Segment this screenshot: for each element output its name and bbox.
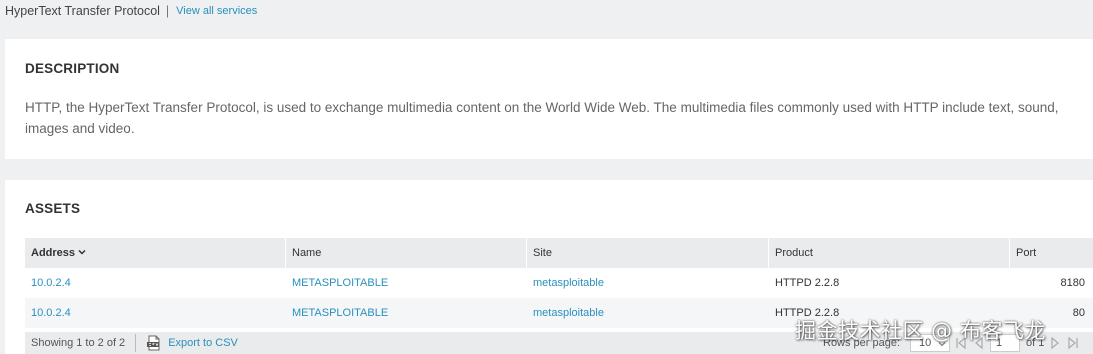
column-label: Port bbox=[1016, 247, 1037, 259]
breadcrumb: HyperText Transfer Protocol | View all s… bbox=[5, 2, 257, 20]
address-link[interactable]: 10.0.2.4 bbox=[31, 277, 71, 289]
column-header-address[interactable]: Address bbox=[25, 238, 286, 268]
table-row: 10.0.2.4 METASPLOITABLE metasploitable H… bbox=[25, 268, 1093, 298]
site-link[interactable]: metasploitable bbox=[533, 277, 604, 289]
table-header: Address Name Site Product Port bbox=[25, 238, 1093, 268]
column-header-name[interactable]: Name bbox=[286, 238, 527, 268]
site-link[interactable]: metasploitable bbox=[533, 307, 604, 319]
port-cell: 8180 bbox=[1060, 277, 1085, 289]
description-panel: DESCRIPTION HTTP, the HyperText Transfer… bbox=[5, 39, 1093, 159]
column-label: Product bbox=[775, 247, 813, 259]
column-label: Site bbox=[533, 247, 552, 259]
export-csv-link[interactable]: Export to CSV bbox=[168, 337, 238, 349]
product-cell: HTTPD 2.2.8 bbox=[775, 277, 840, 289]
showing-count: Showing 1 to 2 of 2 bbox=[31, 337, 126, 349]
column-label: Name bbox=[292, 247, 322, 259]
column-label: Address bbox=[31, 247, 76, 259]
description-text: HTTP, the HyperText Transfer Protocol, i… bbox=[25, 100, 1059, 136]
next-page-icon[interactable] bbox=[1048, 336, 1062, 350]
watermark: 掘金技术社区 @ 布客飞龙 bbox=[795, 319, 1046, 343]
last-page-icon[interactable] bbox=[1066, 336, 1080, 350]
page-title: HyperText Transfer Protocol bbox=[5, 4, 160, 18]
breadcrumb-separator: | bbox=[165, 4, 170, 18]
description-heading: DESCRIPTION bbox=[25, 61, 120, 76]
port-cell: 80 bbox=[1072, 307, 1085, 319]
column-header-site[interactable]: Site bbox=[527, 238, 769, 268]
chevron-down-icon bbox=[78, 249, 86, 255]
column-header-port[interactable]: Port bbox=[1010, 238, 1093, 268]
asset-name-link[interactable]: METASPLOITABLE bbox=[292, 307, 388, 319]
column-header-product[interactable]: Product bbox=[769, 238, 1010, 268]
asset-name-link[interactable]: METASPLOITABLE bbox=[292, 277, 388, 289]
address-link[interactable]: 10.0.2.4 bbox=[31, 307, 71, 319]
csv-file-icon[interactable] bbox=[146, 335, 162, 351]
view-all-services-link[interactable]: View all services bbox=[176, 5, 257, 17]
footer-divider bbox=[135, 334, 137, 352]
assets-heading: ASSETS bbox=[25, 201, 81, 216]
